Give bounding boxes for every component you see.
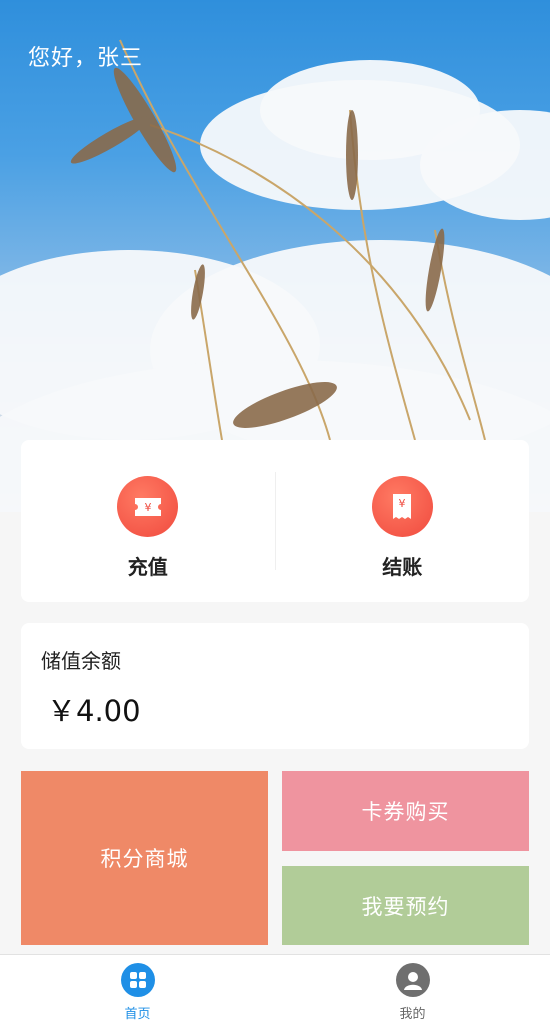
svg-text:¥: ¥	[399, 497, 406, 510]
balance-title: 储值余额	[41, 649, 121, 673]
recharge-button[interactable]: ¥ 充值	[21, 440, 275, 602]
foxtail-grass-illustration	[70, 39, 486, 441]
tab-home-label: 首页	[124, 1007, 151, 1022]
bottom-tab-bar: 首页 我的	[0, 954, 550, 1025]
card-purchase-tile[interactable]: 卡券购买	[282, 771, 529, 851]
home-grid-icon	[120, 963, 155, 997]
points-mall-tile[interactable]: 积分商城	[21, 771, 268, 945]
svg-text:¥: ¥	[144, 501, 151, 514]
action-card: ¥ 充值 ¥ 结账	[21, 440, 529, 602]
balance-amount: ￥4.00	[47, 694, 141, 728]
receipt-yen-icon: ¥	[371, 476, 433, 537]
checkout-label: 结账	[382, 555, 423, 579]
recharge-label: 充值	[127, 555, 168, 579]
checkout-button[interactable]: ¥ 结账	[276, 440, 530, 602]
tab-mine[interactable]: 我的	[275, 955, 550, 1025]
booking-tile[interactable]: 我要预约	[282, 866, 529, 945]
balance-card[interactable]: 储值余额 ￥4.00	[21, 623, 529, 749]
user-icon	[395, 963, 430, 997]
tab-mine-label: 我的	[399, 1007, 426, 1022]
ticket-yen-icon: ¥	[117, 476, 179, 537]
greeting-text: 您好，张三	[28, 46, 144, 71]
hero-banner: 您好，张三	[0, 0, 550, 512]
tab-home[interactable]: 首页	[0, 955, 275, 1025]
